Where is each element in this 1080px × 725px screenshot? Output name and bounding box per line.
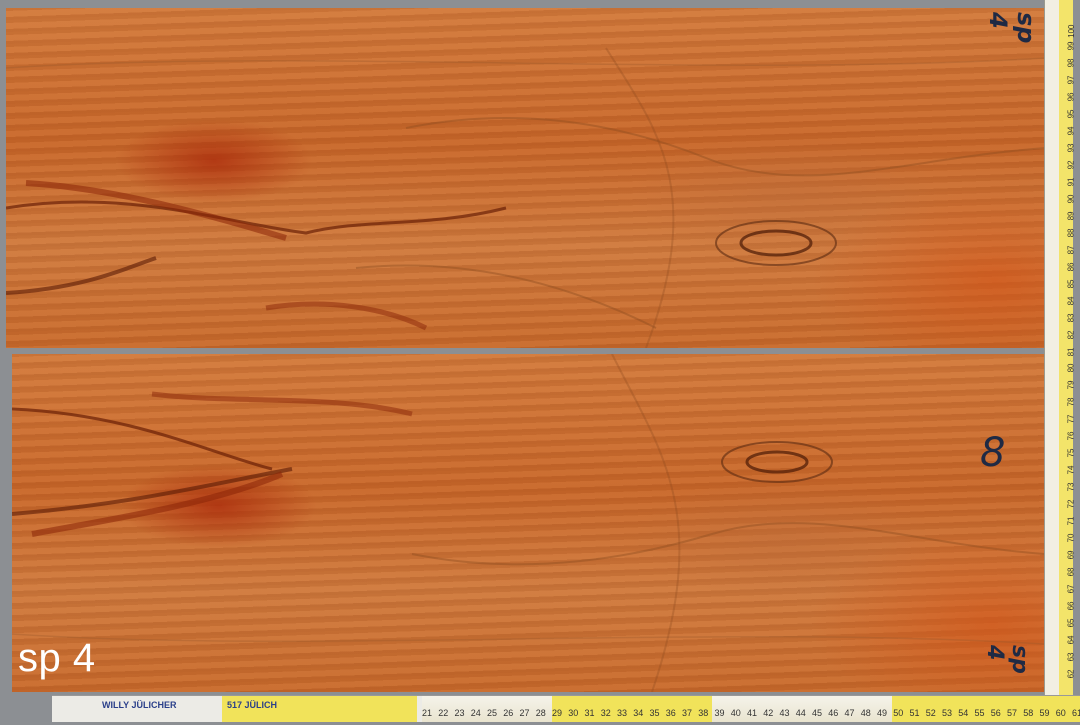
ruler-number: 91 xyxy=(1066,177,1076,187)
ruler-number: 99 xyxy=(1066,41,1076,51)
handwritten-label-bottom: sp 4 xyxy=(982,645,1032,674)
ruler-number: 26 xyxy=(503,708,514,718)
ruler-model-text: 517 JÜLICH xyxy=(227,700,278,710)
ruler-number: 42 xyxy=(763,708,774,718)
ruler-number: 38 xyxy=(698,708,709,718)
ruler-number: 80 xyxy=(1066,363,1076,373)
ruler-number: 21 xyxy=(422,708,433,718)
ruler-number: 29 xyxy=(552,708,563,718)
ruler-number: 62 xyxy=(1066,669,1076,679)
ruler-number: 78 xyxy=(1066,397,1076,407)
ruler-number: 28 xyxy=(535,708,546,718)
ruler-number: 54 xyxy=(958,708,969,718)
handwritten-number-mark: 8 xyxy=(980,430,1006,476)
ruler-number: 49 xyxy=(877,708,888,718)
wood-board-bottom xyxy=(12,354,1044,692)
ruler-number: 37 xyxy=(682,708,693,718)
ruler-number: 93 xyxy=(1066,143,1076,153)
ruler-number: 27 xyxy=(519,708,530,718)
ruler-number: 43 xyxy=(779,708,790,718)
ruler-number: 94 xyxy=(1066,126,1076,136)
ruler-number: 30 xyxy=(568,708,579,718)
ruler-number: 41 xyxy=(747,708,758,718)
ruler-number: 46 xyxy=(828,708,839,718)
ruler-number: 51 xyxy=(909,708,920,718)
ruler-number: 75 xyxy=(1066,448,1076,458)
ruler-number: 60 xyxy=(1055,708,1066,718)
ruler-number: 95 xyxy=(1066,109,1076,119)
ruler-number: 36 xyxy=(665,708,676,718)
ruler-number: 39 xyxy=(714,708,725,718)
ruler-number: 58 xyxy=(1023,708,1034,718)
vertical-ruler: 100 99 98 97 96 95 94 93 92 91 90 89 88 87 86 85 84 83 82 8… xyxy=(1044,0,1076,700)
ruler-number: 56 xyxy=(990,708,1001,718)
ruler-number: 70 xyxy=(1066,533,1076,543)
photo-caption: sp 4 xyxy=(18,636,96,680)
ruler-number: 68 xyxy=(1066,567,1076,577)
ruler-number: 85 xyxy=(1066,279,1076,288)
ruler-number: 34 xyxy=(633,708,644,718)
ruler-number: 92 xyxy=(1066,160,1076,170)
ruler-number: 35 xyxy=(649,708,660,718)
ruler-number: 44 xyxy=(795,708,806,718)
ruler-number: 25 xyxy=(487,708,498,718)
ruler-number: 71 xyxy=(1066,516,1076,526)
ruler-number: 33 xyxy=(617,708,628,718)
ruler-yellow-segment xyxy=(892,696,1080,722)
ruler-number: 23 xyxy=(454,708,465,718)
ruler-number: 73 xyxy=(1066,482,1076,492)
ruler-number: 97 xyxy=(1066,75,1076,85)
ruler-number: 65 xyxy=(1066,618,1076,628)
ruler-number: 86 xyxy=(1066,262,1076,272)
ruler-number: 32 xyxy=(600,708,611,718)
ruler-number: 82 xyxy=(1066,330,1076,339)
ruler-number: 31 xyxy=(584,708,595,718)
ruler-number: 57 xyxy=(1007,708,1018,718)
ruler-number: 100 xyxy=(1066,24,1076,38)
wood-board-top xyxy=(6,8,1046,348)
ruler-number: 98 xyxy=(1066,58,1076,68)
ruler-number: 72 xyxy=(1066,499,1076,509)
handwritten-label-top: sp 4 xyxy=(984,12,1040,44)
wood-grain-bottom xyxy=(12,354,1044,692)
ruler-number: 77 xyxy=(1066,414,1076,424)
ruler-number: 48 xyxy=(860,708,871,718)
ruler-number: 59 xyxy=(1039,708,1050,718)
ruler-number: 89 xyxy=(1066,211,1076,221)
ruler-number: 47 xyxy=(844,708,855,718)
ruler-number: 74 xyxy=(1066,465,1076,475)
ruler-number: 81 xyxy=(1066,347,1076,356)
ruler-number: 53 xyxy=(942,708,953,718)
ruler-number: 76 xyxy=(1066,431,1076,441)
ruler-number: 50 xyxy=(893,708,904,718)
ruler-number: 84 xyxy=(1066,296,1076,305)
ruler-number: 22 xyxy=(438,708,449,718)
ruler-number: 45 xyxy=(812,708,823,718)
ruler-number: 64 xyxy=(1066,635,1076,645)
ruler-number: 88 xyxy=(1066,228,1076,238)
ruler-number: 69 xyxy=(1066,550,1076,560)
ruler-number: 61 xyxy=(1072,708,1080,718)
ruler-number: 52 xyxy=(925,708,936,718)
ruler-brand-text: WILLY JÜLICHER xyxy=(102,700,177,710)
ruler-number: 66 xyxy=(1066,601,1076,611)
ruler-number: 83 xyxy=(1066,313,1076,322)
ruler-number: 63 xyxy=(1066,652,1076,662)
wood-grain-top xyxy=(6,47,1046,348)
ruler-number: 24 xyxy=(470,708,481,718)
ruler-number: 40 xyxy=(730,708,741,718)
ruler-number: 67 xyxy=(1066,584,1076,594)
ruler-number: 55 xyxy=(974,708,985,718)
horizontal-ruler: WILLY JÜLICHER 517 JÜLICH 21 22 23 24 25 26 27… xyxy=(52,695,1080,722)
ruler-number: 96 xyxy=(1066,92,1076,102)
ruler-number: 90 xyxy=(1066,194,1076,204)
ruler-number: 79 xyxy=(1066,380,1076,390)
ruler-number: 87 xyxy=(1066,245,1076,255)
